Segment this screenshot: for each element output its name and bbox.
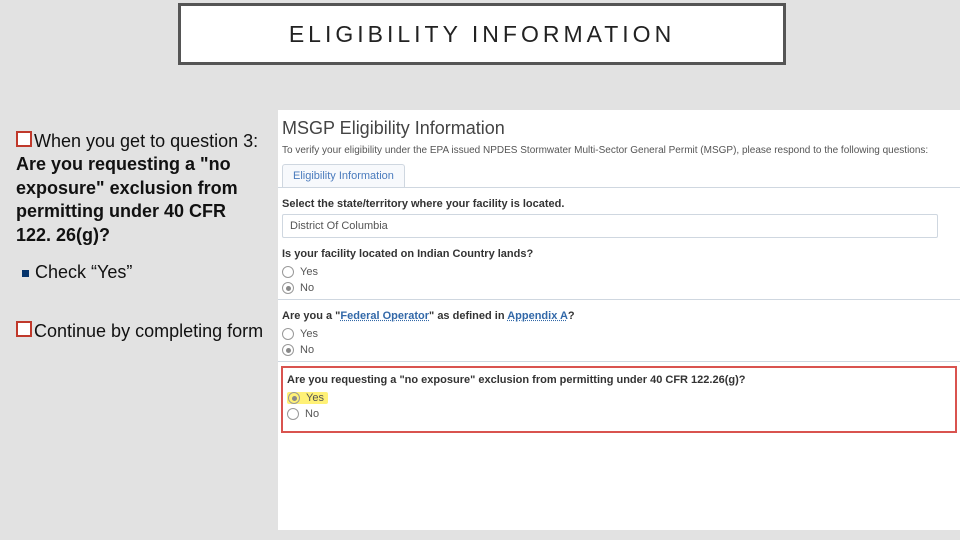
q3-yes[interactable]: Yes xyxy=(282,326,956,342)
q4-options: Yes No xyxy=(287,390,951,422)
instruction-1: When you get to question 3: Are you requ… xyxy=(16,130,266,247)
tab-eligibility[interactable]: Eligibility Information xyxy=(282,164,405,187)
divider xyxy=(278,299,960,300)
bullet-dot-icon xyxy=(22,270,29,277)
federal-operator-link[interactable]: Federal Operator xyxy=(340,310,429,322)
state-select[interactable]: District Of Columbia xyxy=(282,214,938,238)
q2-label: Is your facility located on Indian Count… xyxy=(282,248,956,260)
highlight-box: Are you requesting a "no exposure" exclu… xyxy=(281,366,957,433)
form-screenshot: MSGP Eligibility Information To verify y… xyxy=(278,110,960,530)
radio-icon xyxy=(282,266,294,278)
panel-intro: To verify your eligibility under the EPA… xyxy=(282,145,956,156)
q3-options: Yes No xyxy=(282,326,956,358)
yes-highlight: Yes xyxy=(287,392,328,404)
instruction-2: Check “Yes” xyxy=(16,261,266,284)
bullet-square-icon xyxy=(16,131,32,147)
radio-icon xyxy=(282,344,294,356)
q4-yes[interactable]: Yes xyxy=(287,390,951,406)
q4-no-label: No xyxy=(305,408,319,420)
q3-no-label: No xyxy=(300,344,314,356)
radio-icon xyxy=(287,408,299,420)
q2-options: Yes No xyxy=(282,264,956,296)
divider xyxy=(278,361,960,362)
bullet-square-icon xyxy=(16,321,32,337)
left-instructions: When you get to question 3: Are you requ… xyxy=(16,130,266,344)
instr2-text: Check “Yes” xyxy=(35,262,132,282)
q3-yes-label: Yes xyxy=(300,328,318,340)
q3-no[interactable]: No xyxy=(282,342,956,358)
slide-title: ELIGIBILITY INFORMATION xyxy=(178,3,786,65)
q2-no-label: No xyxy=(300,282,314,294)
instruction-3: Continue by completing form xyxy=(16,320,266,343)
panel-heading: MSGP Eligibility Information xyxy=(282,118,956,139)
q1-label: Select the state/territory where your fa… xyxy=(282,198,956,210)
radio-icon xyxy=(282,328,294,340)
q2-no[interactable]: No xyxy=(282,280,956,296)
q4-label: Are you requesting a "no exposure" exclu… xyxy=(287,374,951,386)
q4-yes-label: Yes xyxy=(306,392,324,404)
radio-icon xyxy=(288,392,300,404)
instr1-pre: When you get to question 3: xyxy=(34,131,258,151)
instr1-bold: Are you requesting a "no exposure" exclu… xyxy=(16,154,238,244)
tab-divider xyxy=(278,187,960,188)
q2-yes[interactable]: Yes xyxy=(282,264,956,280)
instr3-text: Continue by completing form xyxy=(34,321,263,341)
radio-icon xyxy=(282,282,294,294)
q2-yes-label: Yes xyxy=(300,266,318,278)
q4-no[interactable]: No xyxy=(287,406,951,422)
q3-label: Are you a "Federal Operator" as defined … xyxy=(282,310,956,322)
appendix-a-link[interactable]: Appendix A xyxy=(507,310,568,322)
